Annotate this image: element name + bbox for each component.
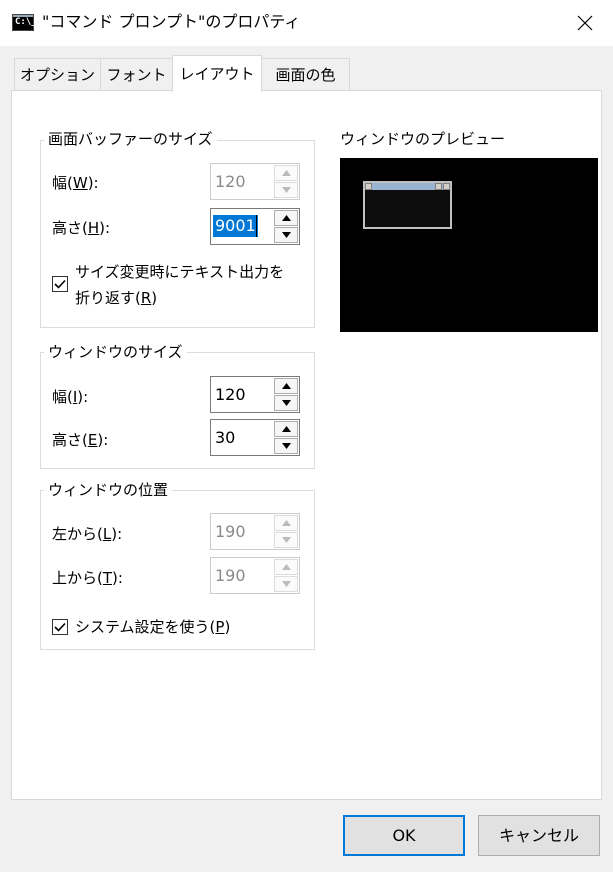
arrow-down-icon [282,232,291,238]
ok-button[interactable]: OK [343,815,465,856]
buffer-width-up-button[interactable] [274,165,298,181]
wrap-text-checkbox[interactable] [52,276,68,292]
window-height-up-button[interactable] [274,421,298,437]
use-system-settings-label: システム設定を使う(P) [75,618,231,636]
buffer-height-spinbox[interactable]: 9001 [210,208,300,245]
arrow-up-icon [282,426,291,432]
tab-screen-colors[interactable]: 画面の色 [261,58,350,90]
tab-layout[interactable]: レイアウト [172,55,262,92]
top-position-down-button[interactable] [274,576,298,592]
window-height-value[interactable]: 30 [215,429,235,447]
preview-title: ウィンドウのプレビュー [340,130,506,148]
arrow-down-icon [282,581,291,587]
window-size-title: ウィンドウのサイズ [44,343,187,361]
arrow-down-icon [282,400,291,406]
window-height-label: 高さ(E): [52,431,109,449]
close-button[interactable] [567,8,603,38]
preview-window-minimize-icon [435,183,442,190]
left-position-up-button[interactable] [274,515,298,531]
arrow-up-icon [282,215,291,221]
window-title: "コマンド プロンプト"のプロパティ [42,12,301,31]
title-bar: C:\_ "コマンド プロンプト"のプロパティ [0,0,613,46]
checkmark-icon [54,622,66,632]
left-position-label: 左から(L): [52,525,123,543]
window-width-up-button[interactable] [274,378,298,394]
left-position-spinbox[interactable]: 190 [210,513,300,550]
arrow-up-icon [282,170,291,176]
buffer-height-label: 高さ(H): [52,219,111,237]
window-width-down-button[interactable] [274,395,298,411]
tab-options[interactable]: オプション [14,58,101,90]
console-icon: C:\_ [12,14,37,31]
arrow-up-icon [282,520,291,526]
top-position-up-button[interactable] [274,559,298,575]
use-system-settings-checkbox[interactable] [52,619,68,635]
window-width-spinbox[interactable]: 120 [210,376,300,413]
window-position-title: ウィンドウの位置 [44,481,173,499]
buffer-height-value[interactable]: 9001 [213,215,258,237]
buffer-width-value: 120 [215,172,246,191]
top-position-label: 上から(T): [52,569,123,587]
arrow-up-icon [282,564,291,570]
checkmark-icon [54,279,66,289]
preview-window [363,181,452,229]
close-icon [577,15,593,31]
arrow-down-icon [282,187,291,193]
window-width-label: 幅(I): [52,388,89,406]
wrap-text-label-line1: サイズ変更時にテキスト出力を [75,263,285,281]
preview-window-menu-icon [365,183,372,190]
preview-window-close-icon [443,183,450,190]
arrow-down-icon [282,443,291,449]
cancel-button[interactable]: キャンセル [478,815,600,856]
screen-buffer-size-title: 画面バッファーのサイズ [44,130,217,148]
buffer-height-up-button[interactable] [274,210,298,226]
top-position-value: 190 [215,566,246,585]
tab-font[interactable]: フォント [100,58,173,90]
buffer-height-down-button[interactable] [274,227,298,243]
window-width-value[interactable]: 120 [215,386,246,404]
window-height-spinbox[interactable]: 30 [210,419,300,456]
top-position-spinbox[interactable]: 190 [210,557,300,594]
buffer-width-down-button[interactable] [274,182,298,198]
window-height-down-button[interactable] [274,438,298,454]
arrow-down-icon [282,537,291,543]
arrow-up-icon [282,383,291,389]
wrap-text-label-line2: 折り返す(R) [75,289,158,307]
left-position-value: 190 [215,522,246,541]
buffer-width-spinbox[interactable]: 120 [210,163,300,200]
buffer-width-label: 幅(W): [52,174,99,192]
left-position-down-button[interactable] [274,532,298,548]
